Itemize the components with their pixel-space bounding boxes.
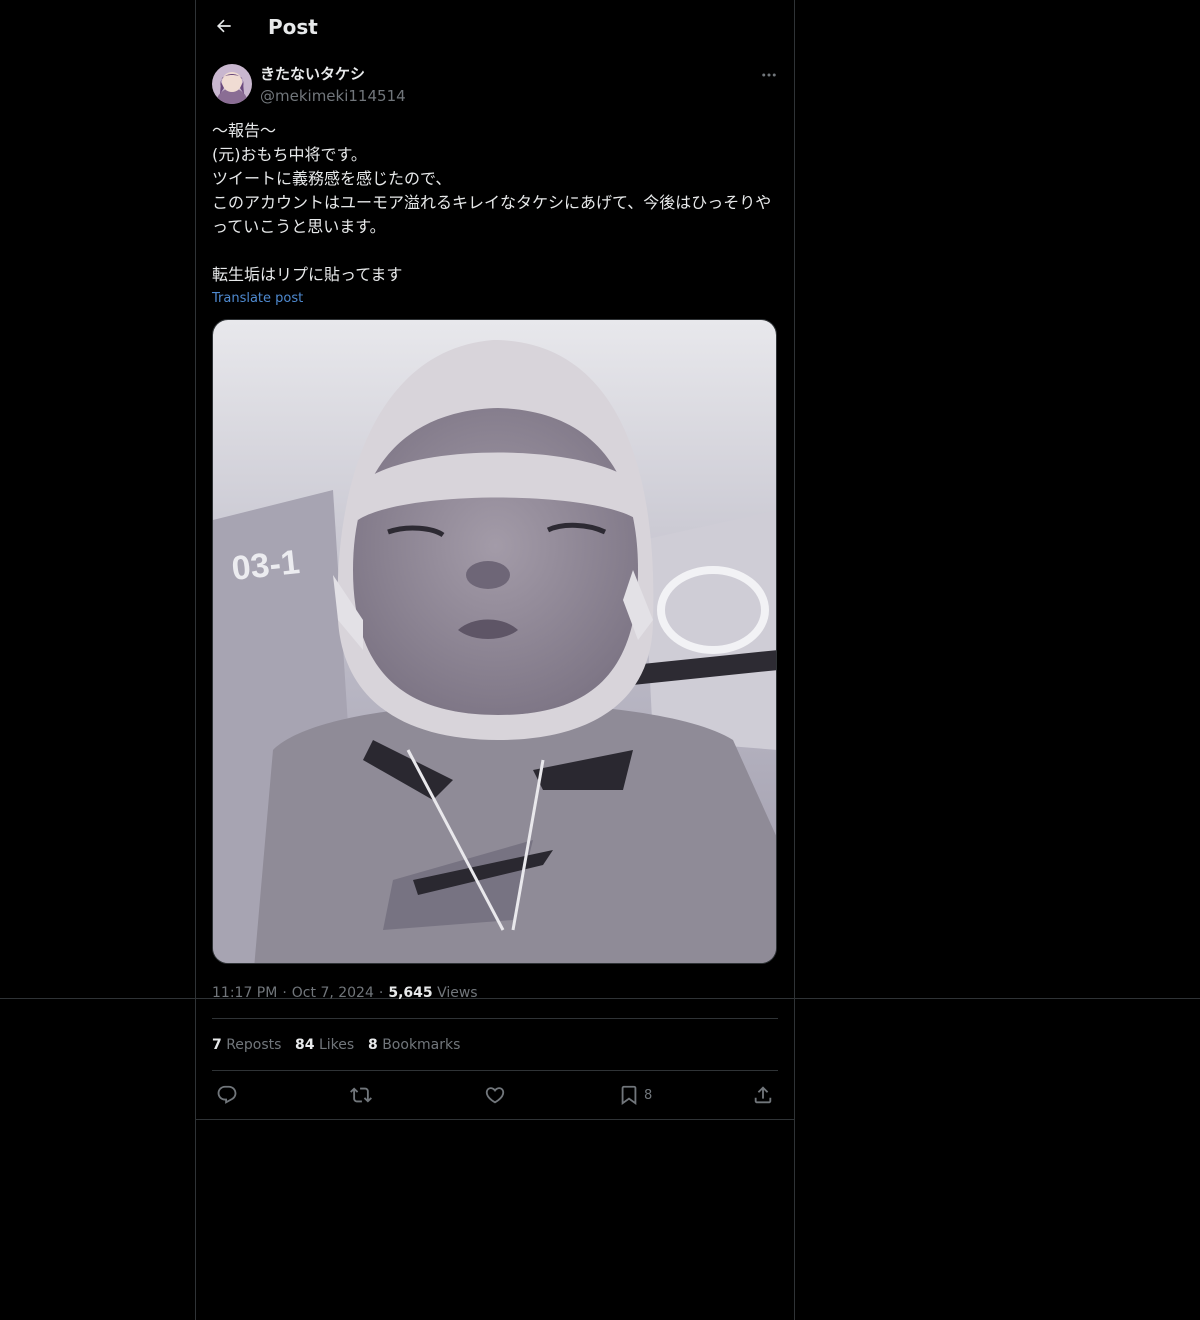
reposts-stat[interactable]: 7 Reposts [212,1036,281,1054]
post-media-image[interactable]: 03-1 [212,319,777,964]
likes-count: 84 [295,1037,315,1053]
more-horizontal-icon [762,73,776,77]
post-meta: 11:17 PM · Oct 7, 2024 · 5,645 Views [212,983,478,1003]
arrow-left-icon [216,19,231,33]
views-count: 5,645 [388,985,433,1001]
action-bar: 8 [212,1072,778,1118]
share-button[interactable] [752,1084,774,1106]
meta-separator: · [378,985,384,1001]
post-time[interactable]: 11:17 PM [212,985,277,1001]
repost-icon [350,1087,372,1103]
post-column: Post きたないタケシ @mekimeki114514 〜報告〜 (元)おもち… [195,0,795,1320]
heart-icon [485,1087,505,1104]
divider-bottom [196,1119,794,1120]
reply-icon [217,1085,237,1104]
avatar[interactable] [212,64,252,104]
bookmark-count: 8 [644,1087,653,1103]
back-button[interactable] [210,12,238,40]
likes-stat[interactable]: 84 Likes [295,1036,354,1054]
post-text: 〜報告〜 (元)おもち中将です。 ツイートに義務感を感じたので、 このアカウント… [212,121,772,284]
engagement-stats: 7 Reposts 84 Likes 8 Bookmarks [212,1018,778,1071]
svg-text:03-1: 03-1 [230,543,302,588]
reposts-count: 7 [212,1037,222,1053]
bookmarks-stat[interactable]: 8 Bookmarks [368,1036,460,1054]
author-display-name[interactable]: きたないタケシ [260,64,365,84]
header: Post [196,0,794,54]
views-label: Views [437,985,478,1001]
meta-separator: · [282,985,287,1001]
bookmarks-label: Bookmarks [382,1037,461,1053]
bookmarks-count: 8 [368,1037,378,1053]
repost-button[interactable] [350,1084,372,1106]
translate-post-link[interactable]: Translate post [212,290,303,308]
media-photo: 03-1 [213,320,776,963]
reposts-label: Reposts [226,1037,282,1053]
bookmark-button[interactable]: 8 [618,1084,652,1106]
more-options-button[interactable] [758,64,780,86]
likes-label: Likes [318,1037,355,1053]
reply-button[interactable] [216,1084,238,1106]
post-date[interactable]: Oct 7, 2024 [292,985,374,1001]
bookmark-icon [621,1085,637,1106]
avatar-image [212,64,252,104]
page-title: Post [268,15,318,39]
like-button[interactable] [484,1084,506,1106]
share-icon [754,1086,772,1104]
author-handle[interactable]: @mekimeki114514 [260,86,406,106]
